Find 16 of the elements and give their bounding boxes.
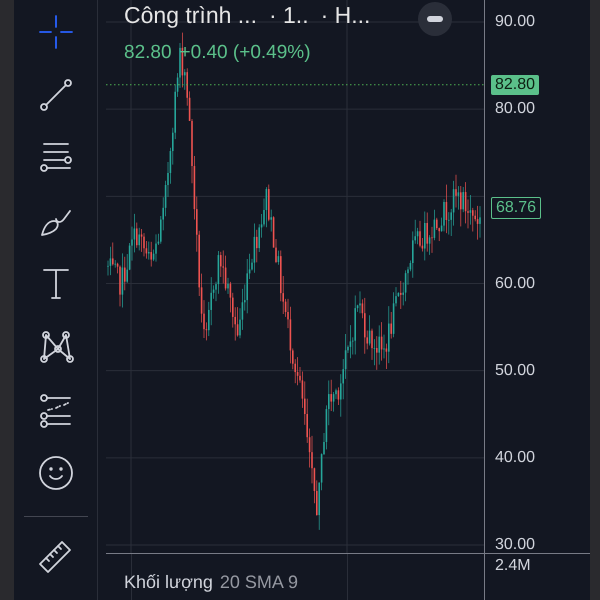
exchange-label[interactable]: · H... (320, 2, 370, 29)
price-label: 68.76 (491, 197, 542, 220)
axis-label: 30.00 (495, 536, 536, 554)
last-price: 82.80 (124, 42, 172, 64)
axis-label: 60.00 (495, 274, 536, 292)
symbol-title[interactable]: Công trình ... (124, 2, 257, 29)
interval-label[interactable]: · 1.. (268, 2, 309, 29)
indicator-title[interactable]: Khối lượng (124, 572, 213, 593)
last-price-label: 82.80 (491, 74, 540, 95)
axis-label: 2.4M (495, 557, 531, 575)
axis-label: 80.00 (495, 100, 536, 118)
axis-label: 90.00 (495, 13, 536, 31)
axis-label: 50.00 (495, 362, 536, 380)
axis-label: 40.00 (495, 448, 536, 467)
collapse-button[interactable] (418, 2, 452, 36)
indicator-params: 20 SMA 9 (220, 572, 298, 593)
